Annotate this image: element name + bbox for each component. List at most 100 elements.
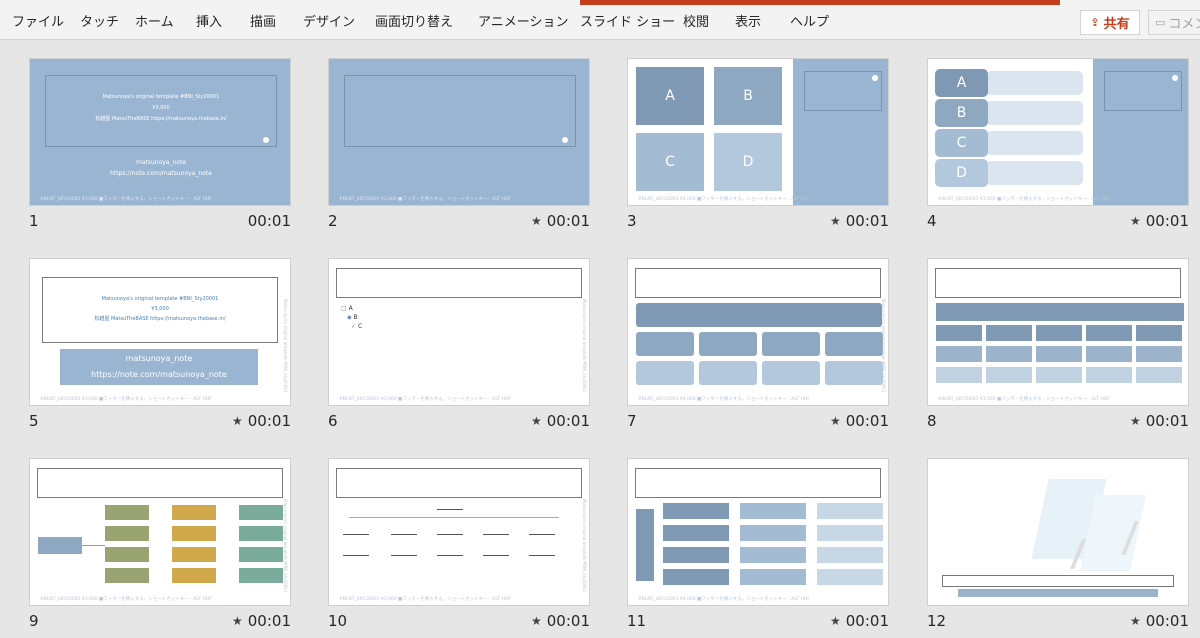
tab-design[interactable]: デザイン	[303, 11, 355, 30]
duration-label: 00:01	[247, 212, 291, 230]
transition-star-icon[interactable]: ★	[830, 414, 841, 428]
slide5-note-1: matsunoya_note	[125, 354, 193, 363]
slide-thumbnail-6[interactable]: □ A ◆ B ✓ C Matsunoya's original templat…	[328, 258, 590, 438]
title-placeholder	[635, 468, 881, 498]
side-node	[636, 509, 654, 581]
tree-node-line	[529, 555, 555, 556]
block	[762, 361, 820, 385]
tab-slideshow[interactable]: スライド ショー	[580, 11, 675, 30]
tab-animations[interactable]: アニメーション	[478, 11, 568, 30]
slide-number: 6	[328, 412, 338, 430]
square-bullet-icon: □	[341, 305, 347, 312]
title-placeholder	[37, 468, 283, 498]
duration-label: 00:01	[546, 412, 590, 430]
transition-star-icon[interactable]: ★	[1130, 214, 1141, 228]
tab-view[interactable]: 表示	[735, 11, 761, 30]
block	[986, 367, 1032, 383]
slide-footer: #BLNT_SKY20001 ¥3,000 ■フッターを挿入する。ショートカット…	[339, 397, 511, 402]
tab-review[interactable]: 校閲	[683, 11, 709, 30]
share-button[interactable]: ⇪ 共有	[1080, 10, 1140, 35]
slide-duration: ★ 00:01	[232, 612, 291, 630]
block	[1136, 346, 1182, 362]
tab-file[interactable]: ファイル	[12, 11, 64, 30]
tab-touch[interactable]: タッチ	[80, 11, 119, 30]
tab-home[interactable]: ホーム	[135, 11, 174, 30]
tab-insert[interactable]: 挿入	[196, 11, 222, 30]
circle-icon	[872, 75, 878, 81]
root-node	[38, 537, 82, 554]
transition-star-icon[interactable]: ★	[531, 614, 542, 628]
bullet-a: □ A	[341, 305, 353, 312]
node	[172, 505, 216, 520]
comment-icon: ▭	[1155, 16, 1166, 29]
transition-star-icon[interactable]: ★	[830, 214, 841, 228]
slide1-note-1: matsunoya_note	[135, 159, 187, 166]
block	[986, 325, 1032, 341]
node	[817, 547, 883, 563]
row-label-b: B	[935, 99, 988, 127]
slide-footer: #BLNT_SKY20001 ¥3,000 ■フッターを挿入する。ショートカット…	[638, 197, 810, 202]
circle-icon	[1172, 75, 1178, 81]
slide-footer: #BLNT_SKY20001 ¥3,000 ■フッターを挿入する。ショートカット…	[40, 197, 212, 202]
node	[172, 568, 216, 583]
slide-thumbnail-3[interactable]: A B C D #BLNT_SKY20001 ¥3,000 ■フッターを挿入する…	[627, 58, 889, 238]
slide-thumbnail-7[interactable]: Matsunoya's original template #BNI_Sty20…	[627, 258, 889, 438]
slide-preview: □ A ◆ B ✓ C Matsunoya's original templat…	[328, 258, 590, 406]
share-icon: ⇪	[1090, 16, 1100, 29]
comment-button[interactable]: ▭ コメント	[1148, 10, 1200, 35]
slide-duration: ★ 00:01	[1130, 412, 1189, 430]
tree-node-line	[529, 534, 555, 535]
block	[699, 361, 757, 385]
bullet-c: ✓ C	[351, 323, 362, 330]
check-bullet-icon: ✓	[351, 323, 357, 330]
slide-thumbnail-10[interactable]: Matsunoya's original template #BNI_Sty20…	[328, 458, 590, 638]
node	[105, 568, 149, 583]
slide-thumbnail-1[interactable]: Matsunoya's original template #BNI_Sty20…	[29, 58, 291, 238]
vertical-label: Matsunoya's original template #BNI_Sty20…	[582, 299, 587, 393]
bullet-b: ◆ B	[347, 314, 358, 321]
slide-thumbnail-12[interactable]: 12 ★ 00:01	[927, 458, 1189, 638]
duration-label: 00:01	[1145, 612, 1189, 630]
slide-thumbnail-2[interactable]: #BLNT_SKY20001 ¥3,000 ■フッターを挿入する。ショートカット…	[328, 58, 590, 238]
slide-preview: Matsunoya's original template #BNI_Sty20…	[627, 258, 889, 406]
slide5-text-3: 松越屋 MatsuTheBASE https://matsunoya.theba…	[94, 316, 226, 322]
block	[936, 325, 982, 341]
slide-footer: #BLNT_SKY20001 ¥3,000 ■フッターを挿入する。ショートカット…	[638, 597, 810, 602]
slide-duration: ★ 00:01	[1130, 212, 1189, 230]
duration-label: 00:01	[247, 412, 291, 430]
slide-thumbnail-4[interactable]: A B C D #BLNT_SKY20001 ¥3,000 ■フッターを挿入する…	[927, 58, 1189, 238]
tab-transitions[interactable]: 画面切り替え	[375, 11, 453, 30]
node	[740, 547, 806, 563]
tree-node-line	[437, 555, 463, 556]
slide-thumbnail-11[interactable]: #BLNT_SKY20001 ¥3,000 ■フッターを挿入する。ショートカット…	[627, 458, 889, 638]
block	[825, 361, 883, 385]
block	[1036, 367, 1082, 383]
node	[105, 526, 149, 541]
node	[740, 503, 806, 519]
node	[239, 547, 283, 562]
duration-label: 00:01	[845, 212, 889, 230]
transition-star-icon[interactable]: ★	[1130, 614, 1141, 628]
slide-thumbnail-5[interactable]: Matsunoya's original template #BNI_Sty20…	[29, 258, 291, 438]
slide-preview: A B C D #BLNT_SKY20001 ¥3,000 ■フッターを挿入する…	[627, 58, 889, 206]
slide-duration: 00:01	[248, 212, 291, 230]
transition-star-icon[interactable]: ★	[1130, 414, 1141, 428]
node	[740, 525, 806, 541]
transition-star-icon[interactable]: ★	[232, 614, 243, 628]
transition-star-icon[interactable]: ★	[830, 614, 841, 628]
block	[1086, 346, 1132, 362]
bullet-a-label: A	[348, 305, 353, 312]
block	[636, 332, 694, 356]
slide-footer: #BLNT_SKY20001 ¥3,000 ■フッターを挿入する。ショートカット…	[40, 397, 212, 402]
node	[239, 526, 283, 541]
transition-star-icon[interactable]: ★	[531, 214, 542, 228]
bullet-c-label: C	[357, 323, 363, 330]
slide-thumbnail-8[interactable]: #BLNT_SKY20001 ¥3,000 ■フッターを挿入する。ショートカット…	[927, 258, 1189, 438]
duration-label: 00:01	[247, 612, 291, 630]
tab-help[interactable]: ヘルプ	[790, 11, 829, 30]
vertical-label: Matsunoya's original template #BNI_Sty20…	[283, 299, 288, 393]
transition-star-icon[interactable]: ★	[531, 414, 542, 428]
slide-thumbnail-9[interactable]: Matsunoya's original template #BNI_Sty20…	[29, 458, 291, 638]
tab-draw[interactable]: 描画	[250, 11, 276, 30]
transition-star-icon[interactable]: ★	[232, 414, 243, 428]
